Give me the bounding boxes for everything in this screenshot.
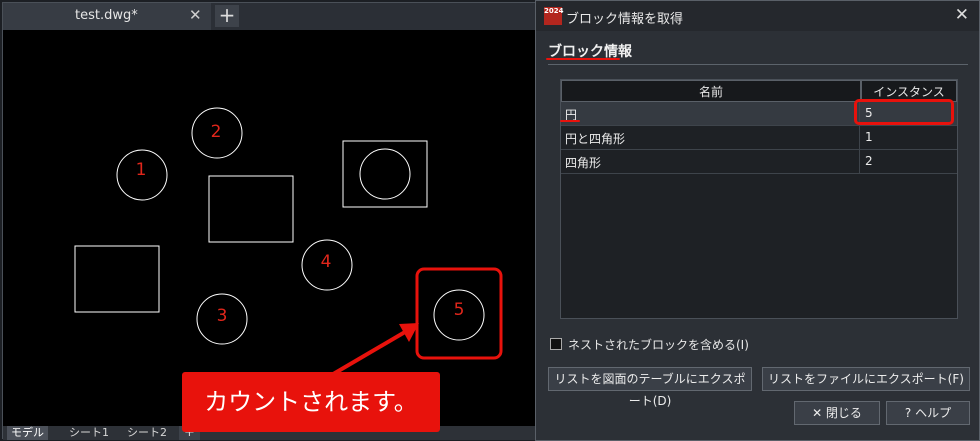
circle-label-2: 2 bbox=[210, 122, 222, 142]
dialog-title: ブロック情報を取得 bbox=[566, 12, 684, 27]
circle-label-4: 4 bbox=[320, 252, 332, 272]
instance-count-cell: 1 bbox=[865, 130, 873, 144]
layout-tab-sheet2[interactable]: シート2 bbox=[123, 426, 171, 440]
dialog-titlebar: 2024 ブロック情報を取得 ✕ bbox=[536, 1, 979, 31]
export-to-table-button[interactable]: リストを図面のテーブルにエクスポート(D) bbox=[548, 367, 752, 408]
add-tab-button[interactable]: + bbox=[215, 5, 239, 27]
rectangle-shape-1 bbox=[208, 175, 294, 243]
document-tab-label: test.dwg* bbox=[75, 8, 138, 23]
layout-tab-model[interactable]: モデル bbox=[7, 426, 48, 440]
instance-count-cell: 2 bbox=[865, 154, 873, 168]
help-button[interactable]: ? ヘルプ bbox=[886, 401, 970, 425]
circle-in-rectangle-circle bbox=[359, 148, 411, 200]
highlight-underline-row-name bbox=[560, 120, 580, 122]
column-separator bbox=[859, 150, 860, 174]
include-nested-label: ネストされたブロックを含める(I) bbox=[568, 338, 749, 352]
drawing-shapes bbox=[74, 107, 503, 382]
drawing-canvas[interactable]: 1 2 3 4 5 bbox=[3, 30, 537, 426]
close-icon[interactable]: ✕ bbox=[189, 6, 202, 24]
block-name-cell: 円と四角形 bbox=[565, 132, 626, 146]
group-divider bbox=[548, 64, 968, 65]
export-to-file-button[interactable]: リストをファイルにエクスポート(F) bbox=[762, 367, 970, 391]
table-row[interactable]: 四角形 2 bbox=[561, 150, 957, 174]
screen: test.dwg* ✕ + 1 2 3 4 5 モデル シート1 シート2 + … bbox=[0, 0, 980, 441]
circle-in-rectangle-frame bbox=[342, 140, 428, 208]
app-logo-icon: 2024 bbox=[544, 7, 563, 25]
document-tab-bar: test.dwg* ✕ + bbox=[3, 3, 537, 30]
group-title-underline bbox=[546, 58, 620, 60]
layout-tab-sheet1[interactable]: シート1 bbox=[65, 426, 113, 440]
highlight-box-instance-count bbox=[854, 99, 954, 125]
include-nested-checkbox[interactable] bbox=[550, 338, 562, 350]
column-separator bbox=[859, 126, 860, 150]
callout-annotation: カウントされます。 bbox=[182, 372, 440, 432]
get-block-info-dialog: 2024 ブロック情報を取得 ✕ ブロック情報 名前 インスタンス 円 5 円と… bbox=[535, 0, 980, 441]
circle-label-1: 1 bbox=[135, 160, 147, 180]
column-header-name[interactable]: 名前 bbox=[561, 80, 861, 102]
close-button[interactable]: ✕ 閉じる bbox=[794, 401, 880, 425]
block-name-cell: 四角形 bbox=[565, 156, 602, 170]
close-icon[interactable]: ✕ bbox=[955, 5, 969, 25]
circle-label-5: 5 bbox=[453, 300, 465, 320]
rectangle-shape-2 bbox=[74, 245, 160, 313]
document-tab[interactable]: test.dwg* ✕ bbox=[3, 3, 211, 30]
circle-label-3: 3 bbox=[216, 306, 228, 326]
table-row[interactable]: 円と四角形 1 bbox=[561, 126, 957, 150]
